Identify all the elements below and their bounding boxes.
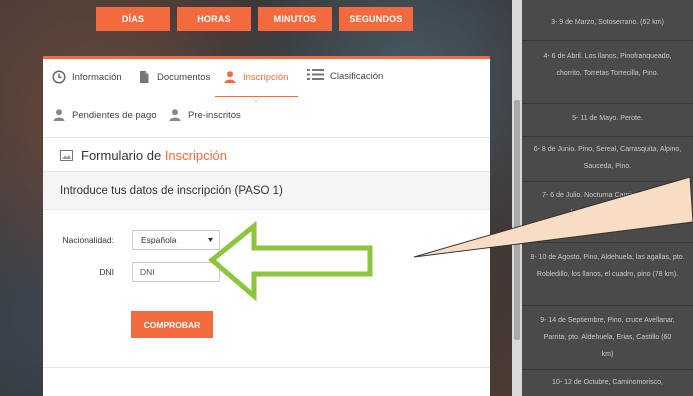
tab-clasificacion-label: Clasificación: [330, 70, 384, 82]
nationality-label: Nacionalidad:: [62, 235, 114, 245]
sidebar-divider: [522, 181, 693, 182]
nationality-value: Española: [141, 235, 177, 245]
sidebar-divider: [522, 242, 693, 243]
tab-clasificacion[interactable]: Clasificación: [307, 68, 383, 84]
sidebar-item: 7- 6 de Julio. Nocturna Caminomorisco, .…: [542, 192, 673, 216]
tab-pre-inscritos[interactable]: Pre-inscritos: [168, 108, 241, 122]
tab-informacion-label: Información: [72, 71, 122, 83]
user-icon: [53, 109, 65, 121]
sidebar-divider: [522, 305, 693, 306]
image-icon: [60, 149, 73, 161]
countdown-days: DÍAS: [96, 7, 170, 31]
tab-inscripcion-label: Inscripción: [243, 71, 289, 83]
scroll-thumb[interactable]: [514, 100, 520, 340]
countdown-minutes: MINUTOS: [258, 7, 332, 31]
sidebar-item: 6- 8 de Junio. Pino, Sereal, Carrasquita…: [533, 146, 682, 170]
step-heading: Introduce tus datos de inscripción (PASO…: [43, 172, 490, 210]
tab-pendientes-label: Pendientes de pago: [72, 109, 157, 121]
nationality-select[interactable]: Española: [132, 230, 220, 250]
sidebar-divider: [522, 103, 693, 104]
caret-down-icon: [208, 238, 213, 242]
sidebar-item: 8- 10 de Agosto, Pino, Aldehuela, las ag…: [530, 254, 685, 278]
user-icon: [224, 71, 236, 83]
divider: [43, 367, 490, 368]
tab-pendientes-de-pago[interactable]: Pendientes de pago: [52, 108, 157, 122]
tab-informacion[interactable]: Información: [52, 70, 122, 84]
sidebar-item: 10- 12 de Octubre, Caminomorisco,: [552, 379, 663, 386]
clock-icon: [52, 70, 66, 84]
tab-documentos-label: Documentos: [157, 71, 211, 83]
tab-bar: Información Documentos Inscripción Clasi…: [43, 59, 490, 138]
sidebar-item: 9- 14 de Septiembre, Pino, cruce Avellan…: [540, 317, 675, 358]
sidebar-divider: [522, 369, 693, 370]
sidebar-divider: [522, 40, 693, 41]
sidebar-item: 5- 11 de Mayo. Perote.: [572, 115, 643, 122]
dni-row: DNI DNI: [43, 262, 220, 282]
countdown-seconds: SEGUNDOS: [339, 7, 413, 31]
document-icon: [140, 71, 149, 83]
sidebar-item: 3- 9 de Marzo, Sotoserrano. (62 km): [551, 19, 664, 26]
form-header: Formulario de Inscripción: [43, 139, 490, 172]
nationality-row: Nacionalidad: Española: [43, 230, 220, 250]
form-title-accent: Inscripción: [164, 147, 227, 163]
dni-input[interactable]: DNI: [132, 262, 220, 282]
list-icon: [307, 69, 324, 80]
comprobar-button[interactable]: COMPROBAR: [131, 311, 213, 338]
chevron-down-icon: [251, 97, 261, 103]
countdown-bar: DÍAS HORAS MINUTOS SEGUNDOS: [96, 7, 413, 31]
sidebar-divider: [522, 136, 693, 137]
dni-label: DNI: [99, 267, 114, 277]
sidebar-item: 4- 6 de Abril. Los llanos, Pinofranquead…: [543, 53, 672, 77]
tab-pre-inscritos-label: Pre-inscritos: [188, 109, 241, 121]
scrollbar[interactable]: [512, 0, 522, 396]
user-icon: [169, 109, 181, 121]
events-sidebar: 3- 9 de Marzo, Sotoserrano. (62 km) 4- 6…: [522, 0, 693, 396]
form-title: Formulario de Inscripción: [81, 147, 227, 163]
countdown-hours: HORAS: [177, 7, 251, 31]
step-heading-text: Introduce tus datos de inscripción (PASO…: [60, 184, 283, 197]
tab-documentos[interactable]: Documentos: [137, 70, 210, 84]
tab-inscripcion[interactable]: Inscripción: [223, 70, 288, 84]
registration-panel: Información Documentos Inscripción Clasi…: [43, 56, 490, 396]
